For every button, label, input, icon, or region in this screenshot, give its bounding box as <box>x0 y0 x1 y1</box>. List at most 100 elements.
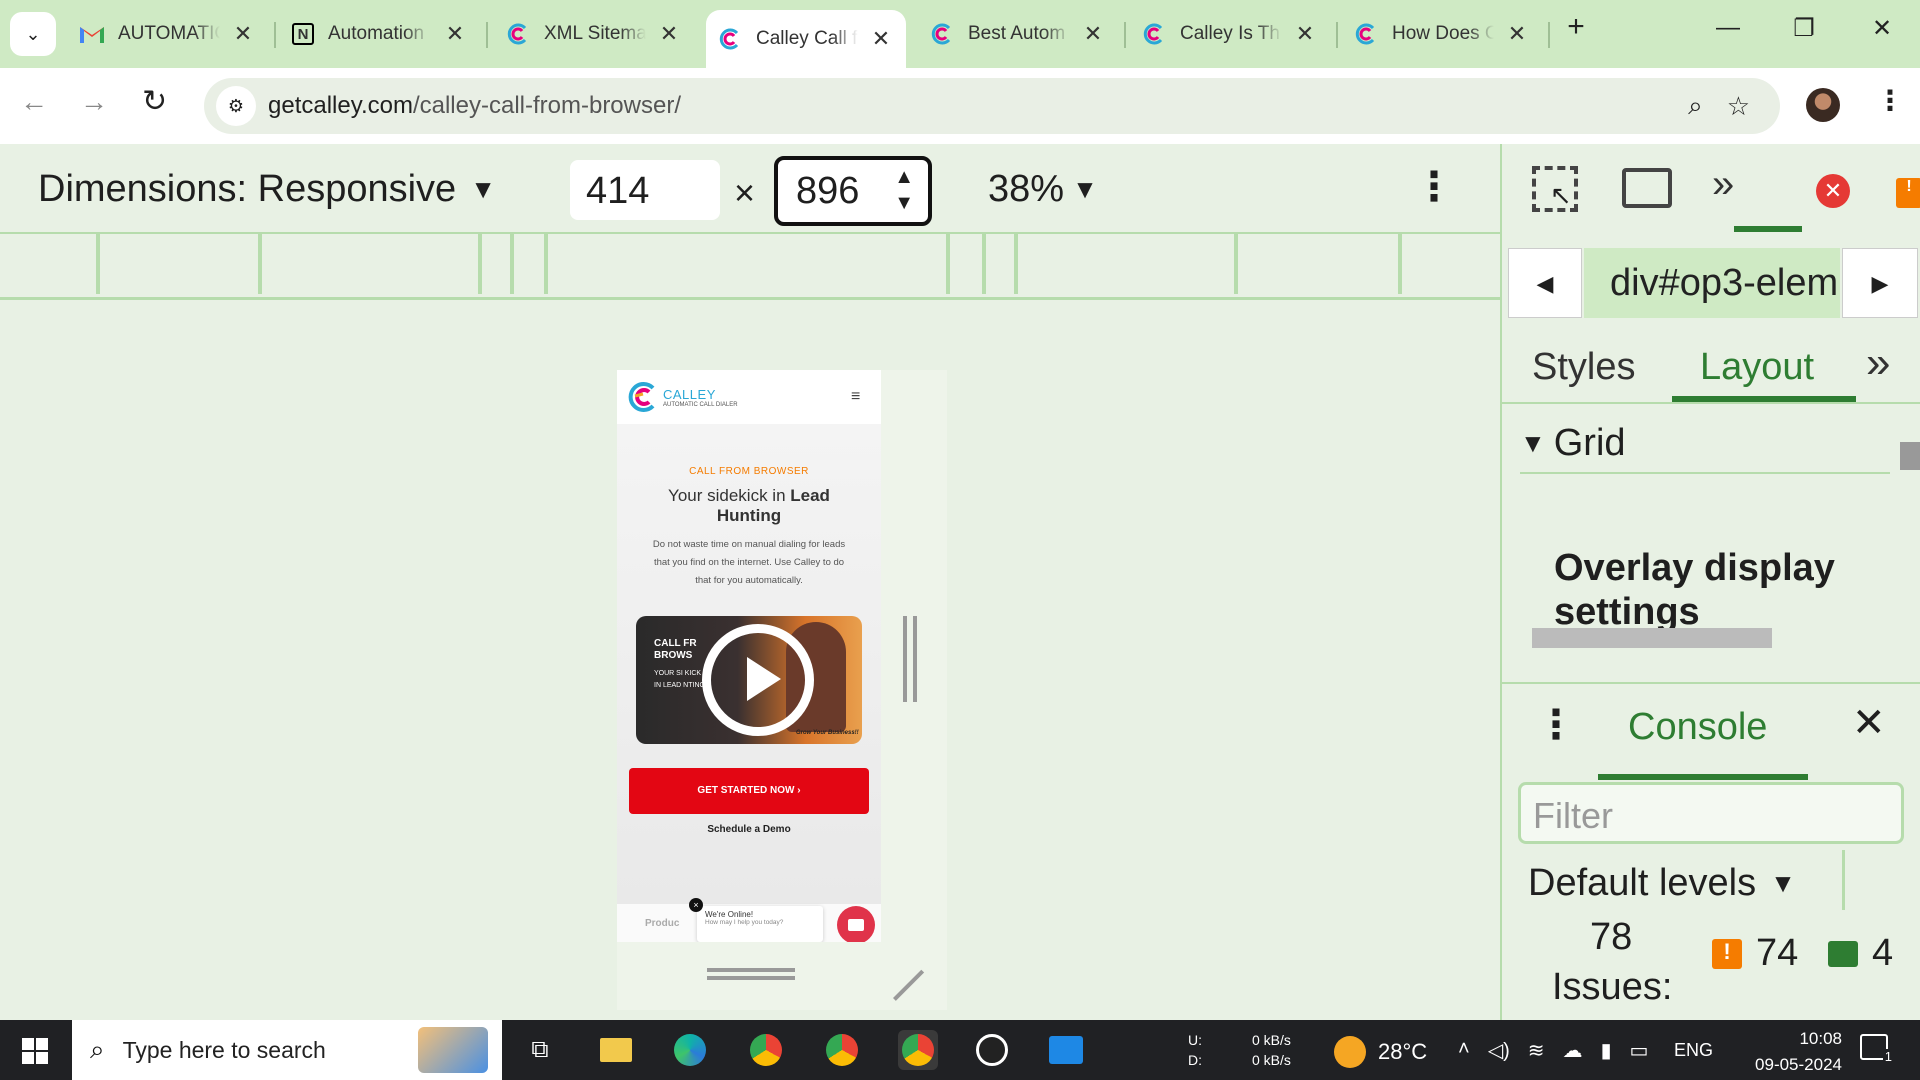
edge-icon[interactable] <box>670 1030 710 1070</box>
taskbar-search-box[interactable]: ⌕ Type here to search <box>72 1020 502 1080</box>
site-settings-icon[interactable]: ⚙ <box>216 86 256 126</box>
tab-search-button[interactable]: ⌄ <box>10 12 56 56</box>
height-value: 896 <box>796 170 860 212</box>
hero-video[interactable]: CALL FR BROWS YOUR SI KICK IN LEAD NTING… <box>636 616 862 744</box>
width-input[interactable]: 414 <box>570 160 720 220</box>
stepper-icon[interactable]: ▲ ▼ <box>894 164 914 216</box>
warning-badge-icon[interactable]: ! <box>1896 178 1920 208</box>
close-icon[interactable]: ✕ <box>1504 21 1530 47</box>
close-icon[interactable]: ✕ <box>230 21 256 47</box>
chrome-menu-icon[interactable]: ⋮ <box>1876 84 1904 117</box>
info-count-badge[interactable]: 4 <box>1828 932 1893 975</box>
tab-title: Calley Call f <box>756 28 858 49</box>
breadcrumb[interactable]: div#op3-elem <box>1584 248 1840 318</box>
chrome-profile-icon[interactable] <box>822 1030 862 1070</box>
tab-0[interactable]: AUTOMATIC ✕ <box>68 12 268 56</box>
overlay-heading: Overlay display settings <box>1554 547 1835 633</box>
drawer-menu-icon[interactable]: ⋮ <box>1536 702 1576 748</box>
battery-icon[interactable]: ▭ <box>1630 1038 1649 1063</box>
schedule-demo-link[interactable]: Schedule a Demo <box>617 824 881 835</box>
volume-icon[interactable]: ◁) <box>1488 1038 1510 1063</box>
resize-handle-bottom[interactable] <box>707 968 795 980</box>
tab-5[interactable]: Calley Is Th ✕ <box>1130 12 1330 56</box>
dimensions-dropdown[interactable]: Dimensions: Responsive ▼ <box>38 168 496 211</box>
horizontal-scrollbar[interactable] <box>1510 626 1902 648</box>
minimize-button[interactable]: — <box>1708 14 1748 42</box>
error-badge-icon[interactable]: ✕ <box>1816 174 1850 208</box>
get-started-button[interactable]: GET STARTED NOW › <box>629 768 869 814</box>
back-button[interactable]: ← <box>20 86 48 118</box>
tab-1[interactable]: N Automation ✕ <box>280 12 480 56</box>
weather-widget[interactable]: 28°C <box>1334 1036 1427 1068</box>
file-explorer-icon[interactable] <box>596 1030 636 1070</box>
obs-icon[interactable] <box>972 1030 1012 1070</box>
zoom-dropdown[interactable]: 38% ▼ <box>988 168 1098 211</box>
notification-icon[interactable]: 1 <box>1860 1034 1894 1064</box>
close-icon[interactable]: ✕ <box>656 21 682 47</box>
close-icon[interactable]: ✕ <box>868 26 894 52</box>
device-toggle-icon[interactable] <box>1622 168 1672 208</box>
close-icon[interactable]: ✕ <box>1292 21 1318 47</box>
dimensions-label: Dimensions: Responsive <box>38 168 457 210</box>
tab-3-active[interactable]: Calley Call f ✕ <box>706 10 906 68</box>
hero-section: CALL FROM BROWSER Your sidekick in Lead … <box>617 424 881 942</box>
url-text[interactable]: getcalley.com/calley-call-from-browser/ <box>268 92 681 120</box>
close-icon[interactable]: ✕ <box>442 21 468 47</box>
breadcrumb-prev-button[interactable]: ◀ <box>1508 248 1582 318</box>
height-input[interactable]: 896 ▲ ▼ <box>774 156 932 226</box>
forward-button[interactable]: → <box>80 86 108 118</box>
device-options-icon[interactable]: ⋮ <box>1414 164 1454 210</box>
chrome-icon[interactable] <box>746 1030 786 1070</box>
breadcrumb-next-button[interactable]: ▶ <box>1842 248 1918 318</box>
close-window-button[interactable]: ✕ <box>1862 14 1902 43</box>
video-editor-icon[interactable] <box>1046 1030 1086 1070</box>
profile-avatar[interactable] <box>1806 88 1840 122</box>
media-query-bar[interactable] <box>0 234 1500 300</box>
chat-popup[interactable]: We're Online! How may I help you today? … <box>689 898 823 942</box>
grid-section-header[interactable]: ▼ Grid <box>1520 414 1890 474</box>
calley-logo[interactable]: CALLEY AUTOMATIC CALL DIALER <box>627 382 738 412</box>
microphone-icon[interactable]: ▮ <box>1601 1038 1612 1063</box>
device-viewport: CALLEY AUTOMATIC CALL DIALER ≡ CALL FROM… <box>617 370 881 942</box>
tab-2[interactable]: XML Sitemap ✕ <box>494 12 694 56</box>
address-bar[interactable]: ⚙ getcalley.com/calley-call-from-browser… <box>204 78 1780 134</box>
chat-launcher-button[interactable] <box>837 906 875 942</box>
more-panels-icon[interactable]: » <box>1712 162 1734 207</box>
tab-title: Calley Is Th <box>1180 23 1280 44</box>
tab-layout[interactable]: Layout <box>1700 346 1814 389</box>
inspect-element-icon[interactable]: ↖ <box>1532 166 1578 212</box>
clock[interactable]: 10:08 09-05-2024 <box>1742 1026 1842 1078</box>
cloud-icon[interactable]: ☁ <box>1563 1038 1583 1063</box>
issues-label[interactable]: Issues: <box>1552 966 1672 1000</box>
close-icon[interactable]: ✕ <box>1080 21 1106 47</box>
tab-4[interactable]: Best Autom ✕ <box>918 12 1118 56</box>
reload-button[interactable]: ↻ <box>142 84 167 119</box>
close-icon[interactable]: × <box>689 898 703 912</box>
resize-handle-right[interactable] <box>903 616 917 702</box>
restore-button[interactable]: ❐ <box>1784 14 1824 43</box>
tab-styles[interactable]: Styles <box>1532 346 1635 389</box>
chevron-up-icon[interactable]: ˄ <box>1458 1038 1470 1063</box>
new-tab-button[interactable]: + <box>1556 10 1596 44</box>
bookmark-star-icon[interactable]: ☆ <box>1727 91 1750 122</box>
system-tray[interactable]: ˄ ◁) ≋ ☁ ▮ ▭ <box>1458 1038 1648 1063</box>
tab-console[interactable]: Console <box>1628 706 1767 749</box>
close-drawer-icon[interactable]: ✕ <box>1852 700 1886 746</box>
tab-6[interactable]: How Does C ✕ <box>1342 12 1542 56</box>
resize-corner-icon[interactable] <box>893 969 950 1027</box>
notion-icon: N <box>292 23 314 45</box>
warning-count-badge[interactable]: ! 74 <box>1712 932 1798 975</box>
play-button-icon[interactable] <box>702 624 814 736</box>
brand-name: CALLEY <box>663 386 716 402</box>
zoom-icon[interactable]: ⌕ <box>1688 90 1703 122</box>
wifi-icon[interactable]: ≋ <box>1528 1038 1545 1063</box>
language-indicator[interactable]: ENG <box>1674 1040 1713 1061</box>
hamburger-menu-icon[interactable]: ≡ <box>851 388 860 406</box>
default-levels-dropdown[interactable]: Default levels ▼ <box>1528 862 1796 905</box>
task-view-icon[interactable]: ⧉ <box>520 1030 560 1070</box>
windows-start-icon[interactable] <box>22 1038 48 1064</box>
more-tabs-icon[interactable]: » <box>1866 338 1890 388</box>
chrome-active-icon[interactable] <box>898 1030 938 1070</box>
console-filter-input[interactable]: Filter <box>1518 782 1904 844</box>
vertical-scrollbar[interactable] <box>1894 416 1920 626</box>
